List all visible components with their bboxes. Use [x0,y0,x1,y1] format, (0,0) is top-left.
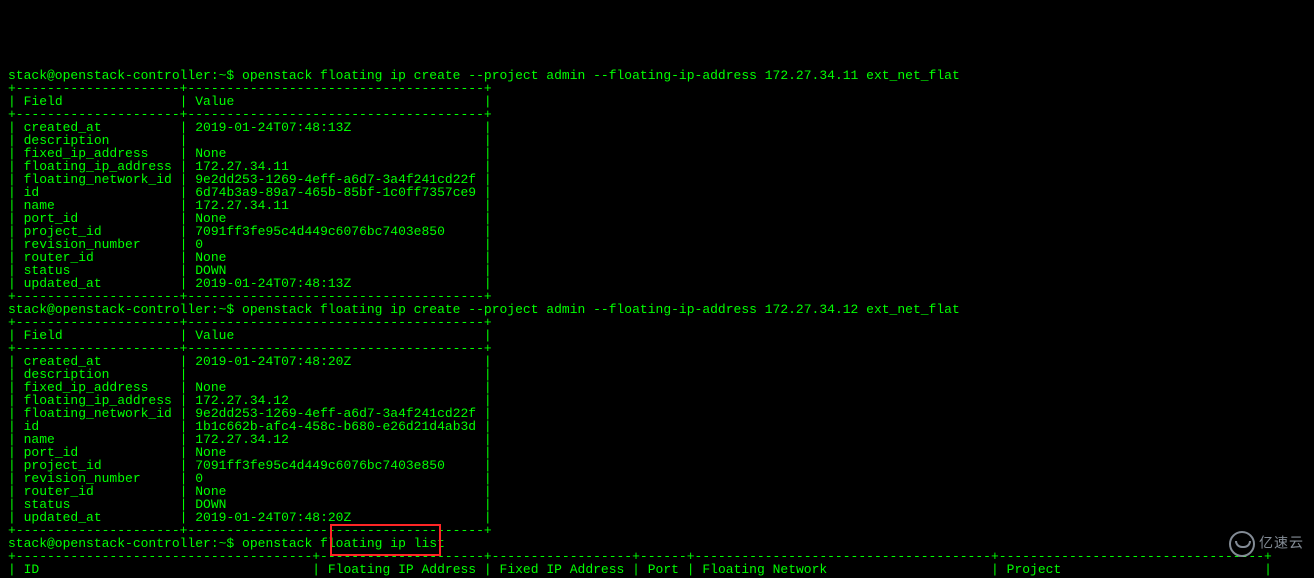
terminal-output: stack@openstack-controller:~$ openstack … [0,65,1314,578]
ascii-table-border: +--------------------------------------+… [8,575,1272,578]
